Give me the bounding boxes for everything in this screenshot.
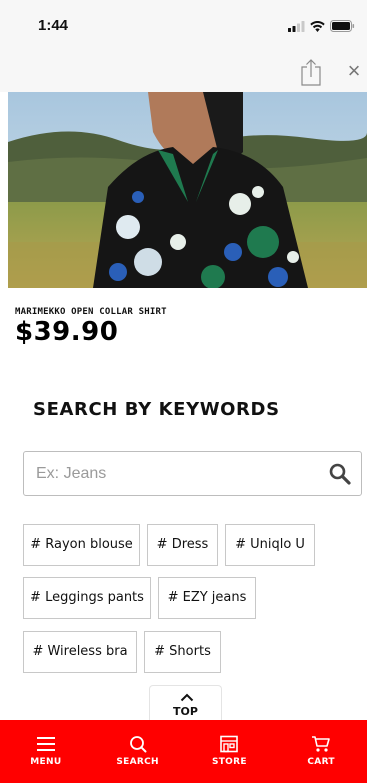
nav-item-label: MENU [30, 757, 62, 767]
store-icon [220, 735, 239, 753]
cart-icon [312, 736, 330, 752]
keyword-tag-uniqlo-u[interactable]: # Uniqlo U [225, 524, 315, 566]
section-title: SEARCH BY KEYWORDS [33, 399, 280, 420]
keyword-tag-wireless-bra[interactable]: # Wireless bra [23, 631, 137, 673]
keyword-tag-dress[interactable]: # Dress [147, 524, 218, 566]
keyword-search-box [23, 451, 362, 496]
close-button[interactable]: × [345, 59, 363, 83]
share-icon [301, 59, 321, 86]
keyword-tag-leggings-pants[interactable]: # Leggings pants [23, 577, 151, 619]
search-icon [329, 463, 351, 485]
status-icons [288, 20, 355, 32]
keyword-search-input[interactable] [36, 463, 316, 485]
product-hero-image[interactable] [8, 92, 367, 288]
bottom-nav: MENU SEARCH STORE CART [0, 720, 367, 783]
keyword-tag-shorts[interactable]: # Shorts [144, 631, 221, 673]
menu-icon [36, 737, 55, 751]
wifi-icon [310, 20, 325, 32]
nav-item-label: CART [307, 757, 335, 767]
search-submit-button[interactable] [328, 462, 352, 486]
back-to-top-label: TOP [173, 705, 198, 718]
battery-icon [330, 20, 355, 32]
status-time: 1:44 [38, 17, 69, 34]
nav-item-label: STORE [211, 757, 247, 767]
nav-bar: × [0, 52, 367, 92]
close-icon: × [347, 58, 361, 83]
search-icon [129, 736, 147, 753]
share-button[interactable] [300, 58, 322, 86]
keyword-tag-rayon-blouse[interactable]: # Rayon blouse [23, 524, 140, 566]
signal-icon [288, 20, 305, 32]
keyword-tag-ezy-jeans[interactable]: # EZY jeans [158, 577, 256, 619]
nav-item-cart[interactable]: CART [275, 720, 367, 783]
chevron-up-icon [180, 693, 194, 702]
product-price: $39.90 [15, 317, 119, 347]
nav-item-label: SEARCH [116, 757, 159, 767]
hero-illustration [8, 92, 367, 288]
nav-item-store[interactable]: STORE [184, 720, 276, 783]
nav-item-menu[interactable]: MENU [0, 720, 92, 783]
product-name: MARIMEKKO OPEN COLLAR SHIRT [15, 307, 167, 317]
nav-item-search[interactable]: SEARCH [92, 720, 184, 783]
back-to-top-button[interactable]: TOP [149, 685, 222, 723]
status-bar: 1:44 [0, 0, 367, 52]
